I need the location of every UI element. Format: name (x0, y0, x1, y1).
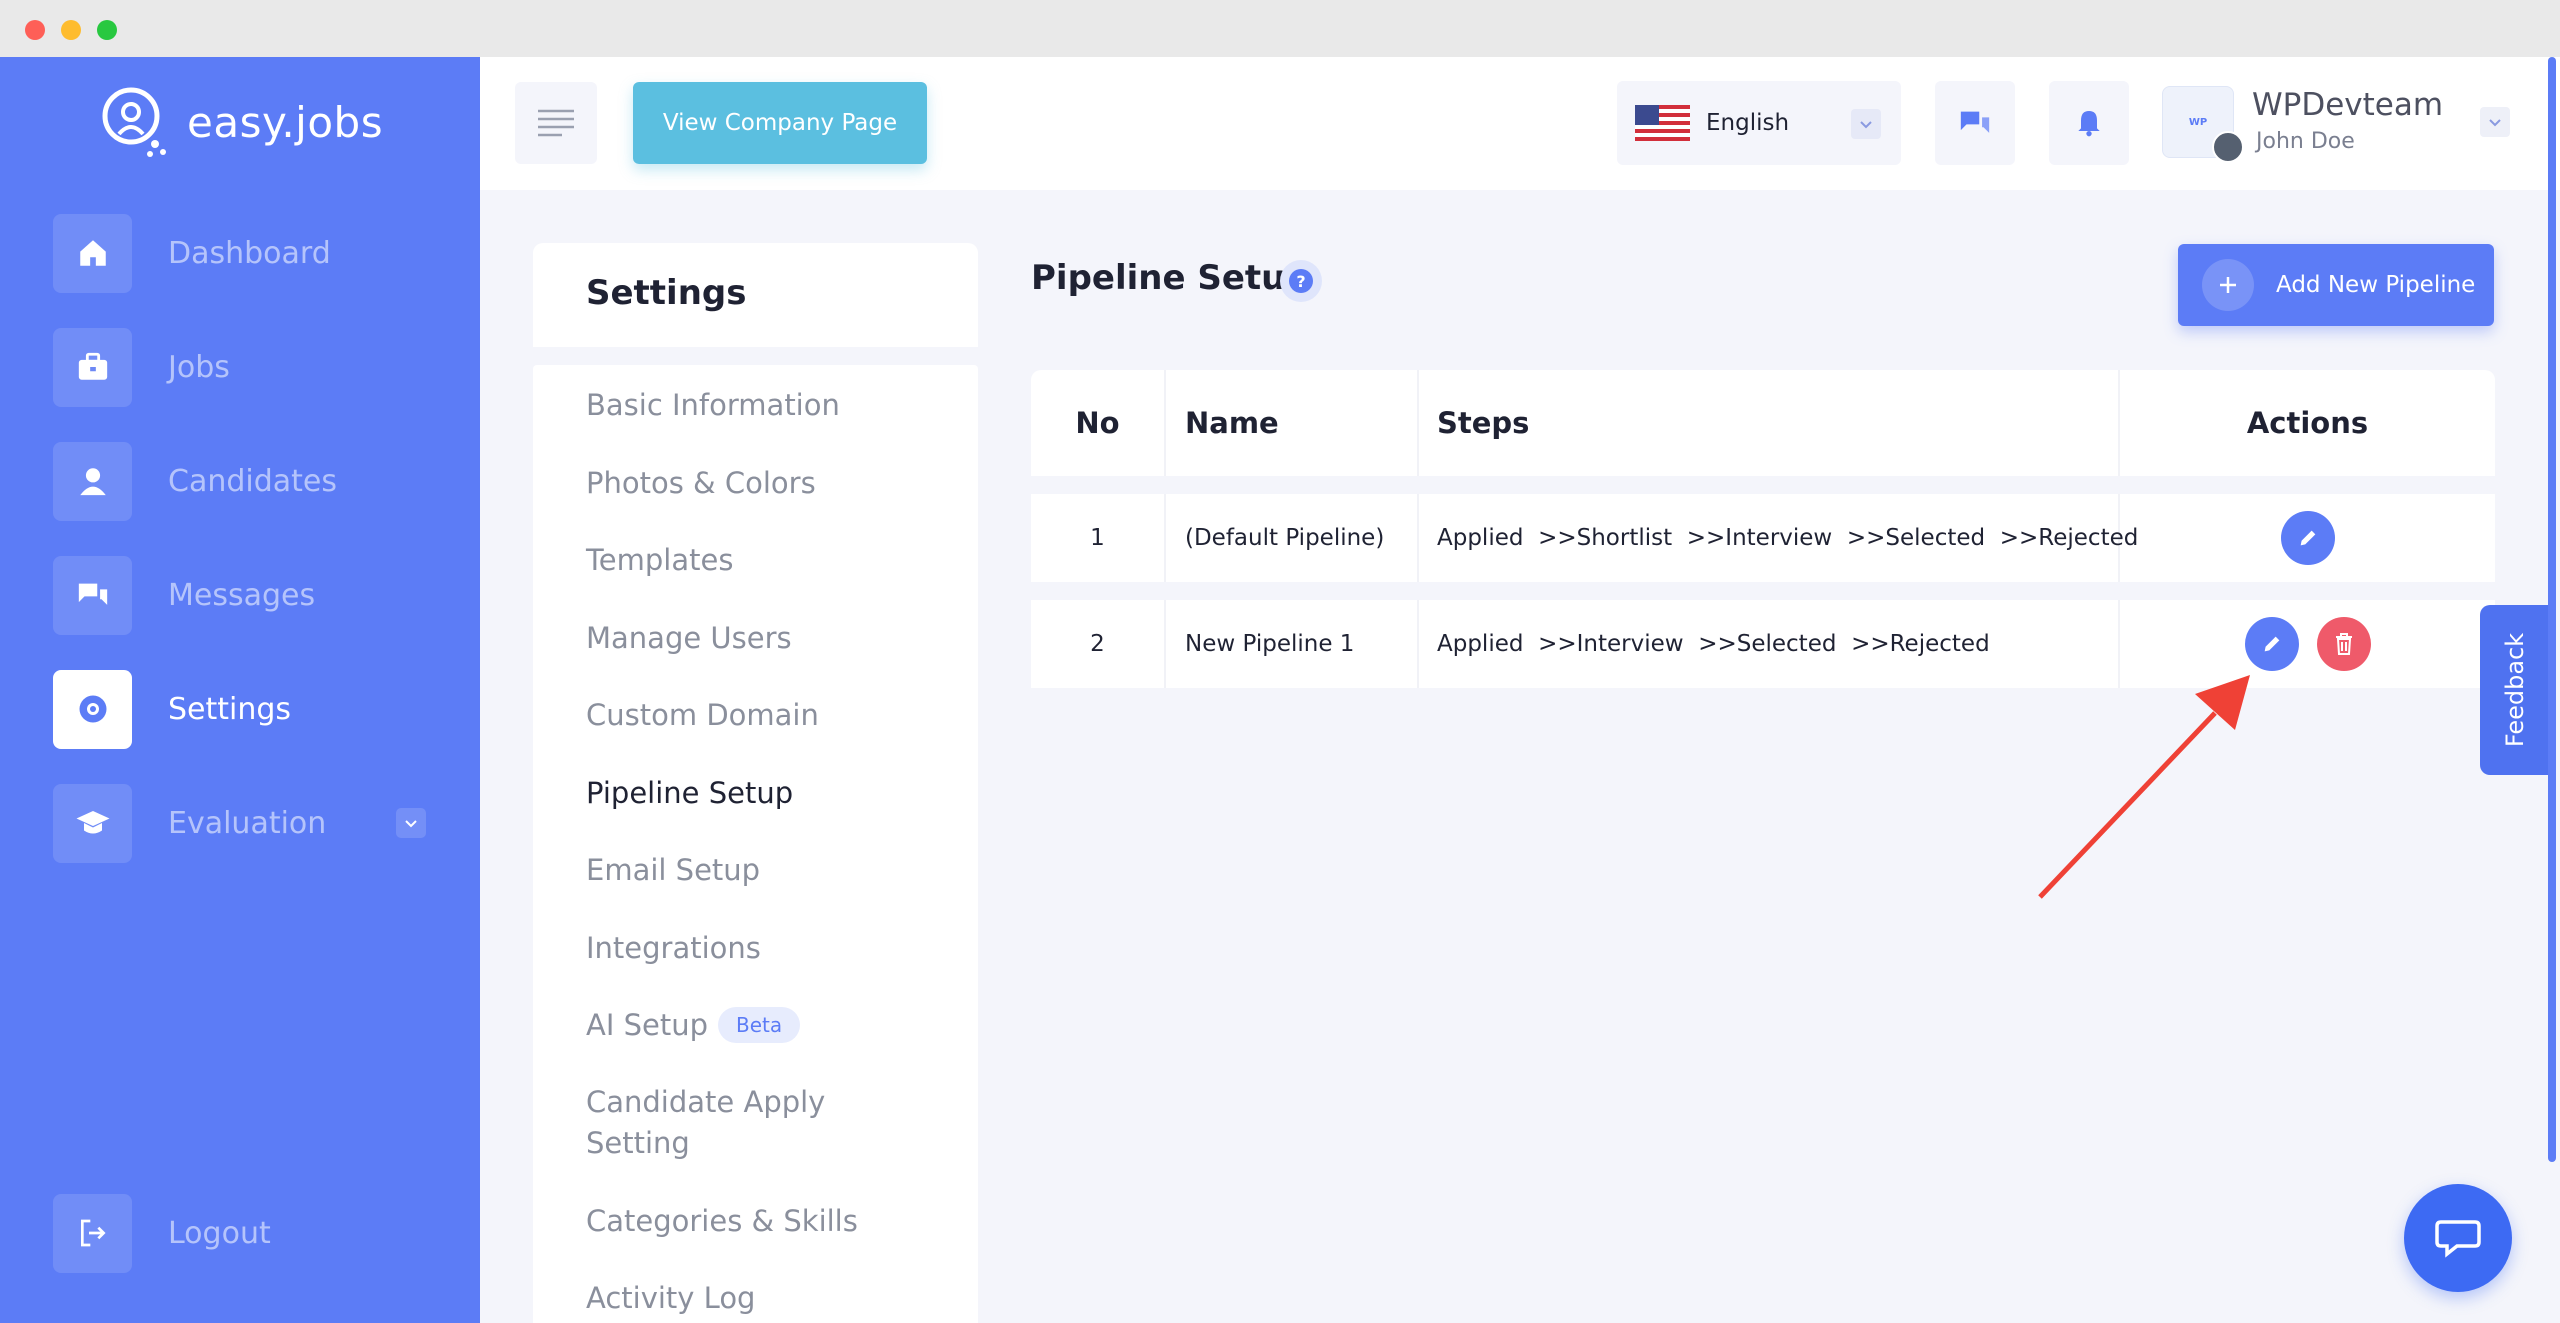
settings-menu-item[interactable]: Email Setup (586, 850, 760, 891)
sidebar-item-messages[interactable]: Messages (53, 555, 433, 635)
table-row: 2 New Pipeline 1 Applied >>Interview >>S… (1031, 600, 2495, 688)
settings-menu-item[interactable]: Basic Information (586, 385, 840, 426)
settings-menu: Basic Information Photos & Colors Templa… (533, 365, 978, 1323)
notifications-button[interactable] (2049, 81, 2129, 165)
sidebar-item-label: Settings (168, 691, 292, 727)
edit-pipeline-button[interactable] (2280, 511, 2335, 565)
sidebar-item-logout[interactable]: Logout (53, 1193, 433, 1273)
top-header: View Company Page English WP WPDevteam J… (480, 57, 2560, 190)
add-new-pipeline-button[interactable]: Add New Pipeline (2178, 244, 2494, 326)
row-actions (2120, 494, 2495, 582)
sidebar-item-label: Logout (168, 1215, 271, 1251)
gear-icon (53, 669, 132, 749)
row-steps: Applied >>Shortlist >>Interview >>Select… (1419, 494, 2138, 582)
help-glyph: ? (1289, 269, 1313, 293)
beta-badge: Beta (718, 1007, 801, 1043)
table-header: No Name Steps Actions (1031, 370, 2495, 476)
row-steps: Applied >>Interview >>Selected >>Rejecte… (1419, 600, 2120, 688)
settings-menu-item[interactable]: Manage Users (586, 618, 792, 659)
row-no: 2 (1031, 600, 1166, 688)
sidebar-item-label: Candidates (168, 463, 337, 499)
column-header-name: Name (1166, 370, 1419, 476)
close-window-button[interactable] (25, 20, 45, 40)
row-actions (2120, 600, 2495, 688)
minimize-window-button[interactable] (61, 20, 81, 40)
sidebar-item-dashboard[interactable]: Dashboard (53, 213, 433, 293)
settings-title: Settings (586, 273, 747, 313)
avatar (2212, 131, 2244, 163)
us-flag-icon (1635, 105, 1690, 141)
settings-menu-item-active[interactable]: Pipeline Setup (586, 773, 793, 814)
live-chat-button[interactable] (2404, 1184, 2512, 1292)
language-select[interactable]: English (1617, 81, 1901, 165)
settings-menu-item[interactable]: Photos & Colors (586, 463, 816, 504)
settings-menu-item[interactable]: Activity Log (586, 1278, 755, 1319)
settings-menu-item[interactable]: Candidate Apply Setting (586, 1082, 886, 1164)
briefcase-icon (53, 327, 132, 407)
feedback-label: Feedback (2501, 632, 2530, 748)
chat-icon (1960, 111, 1990, 133)
help-icon[interactable]: ? (1280, 260, 1322, 302)
table-row: 1 (Default Pipeline) Applied >>Shortlist… (1031, 494, 2495, 582)
home-icon (53, 213, 132, 293)
chevron-down-icon[interactable] (396, 808, 426, 838)
sidebar-item-label: Jobs (168, 349, 230, 385)
app-logo[interactable]: easy.jobs (95, 82, 383, 162)
row-name: (Default Pipeline) (1166, 494, 1419, 582)
chevron-down-icon (1851, 109, 1881, 139)
main-content: Settings Basic Information Photos & Colo… (480, 190, 2560, 1323)
page-title: Pipeline Setup (1031, 258, 1310, 298)
feedback-tab[interactable]: Feedback (2480, 605, 2550, 775)
row-name: New Pipeline 1 (1166, 600, 1419, 688)
hamburger-icon (538, 109, 574, 137)
sidebar-item-label: Messages (168, 577, 316, 613)
delete-pipeline-button[interactable] (2316, 617, 2371, 671)
bell-icon (2078, 111, 2100, 137)
maximize-window-button[interactable] (97, 20, 117, 40)
sidebar: easy.jobs Dashboard Jobs Candidates Mess… (0, 57, 480, 1323)
company-name: WPDevteam (2252, 87, 2444, 123)
pencil-icon (2300, 530, 2315, 546)
sidebar-item-candidates[interactable]: Candidates (53, 441, 433, 521)
messages-button[interactable] (1935, 81, 2015, 165)
view-company-page-button[interactable]: View Company Page (633, 82, 927, 164)
trash-icon (2335, 633, 2352, 655)
graduation-cap-icon (53, 783, 132, 863)
sidebar-item-settings[interactable]: Settings (53, 669, 433, 749)
settings-menu-item[interactable]: Templates (586, 540, 733, 581)
settings-menu-item-label: AI Setup (586, 1008, 709, 1042)
sidebar-item-label: Dashboard (168, 235, 331, 271)
chat-icon (53, 555, 132, 635)
scrollbar[interactable] (2548, 57, 2556, 1162)
sidebar-item-evaluation[interactable]: Evaluation (53, 783, 433, 863)
pencil-icon (2264, 636, 2279, 652)
settings-menu-item[interactable]: Integrations (586, 928, 761, 969)
settings-menu-item[interactable]: Custom Domain (586, 695, 819, 736)
column-header-no: No (1031, 370, 1166, 476)
easy-jobs-logo-icon (102, 87, 166, 157)
add-new-pipeline-label: Add New Pipeline (2276, 272, 2476, 298)
chat-bubble-icon (2435, 1220, 2481, 1258)
plus-icon (2202, 259, 2254, 311)
sidebar-item-jobs[interactable]: Jobs (53, 327, 433, 407)
settings-menu-item[interactable]: Categories & Skills (586, 1201, 858, 1242)
edit-pipeline-button[interactable] (2244, 617, 2299, 671)
window-titlebar (0, 0, 2560, 57)
logout-icon (53, 1193, 132, 1273)
user-name: John Doe (2256, 129, 2355, 154)
menu-toggle-button[interactable] (515, 82, 597, 164)
settings-menu-item-ai-setup[interactable]: AI Setup Beta (586, 1005, 801, 1046)
language-label: English (1706, 110, 1790, 136)
row-no: 1 (1031, 494, 1166, 582)
sidebar-item-label: Evaluation (168, 805, 327, 841)
column-header-steps: Steps (1419, 370, 2120, 476)
user-icon (53, 441, 132, 521)
app-logo-text: easy.jobs (187, 97, 384, 147)
profile-chevron-down-icon[interactable] (2480, 107, 2510, 137)
column-header-actions: Actions (2246, 406, 2369, 440)
settings-panel-header: Settings (533, 243, 978, 347)
